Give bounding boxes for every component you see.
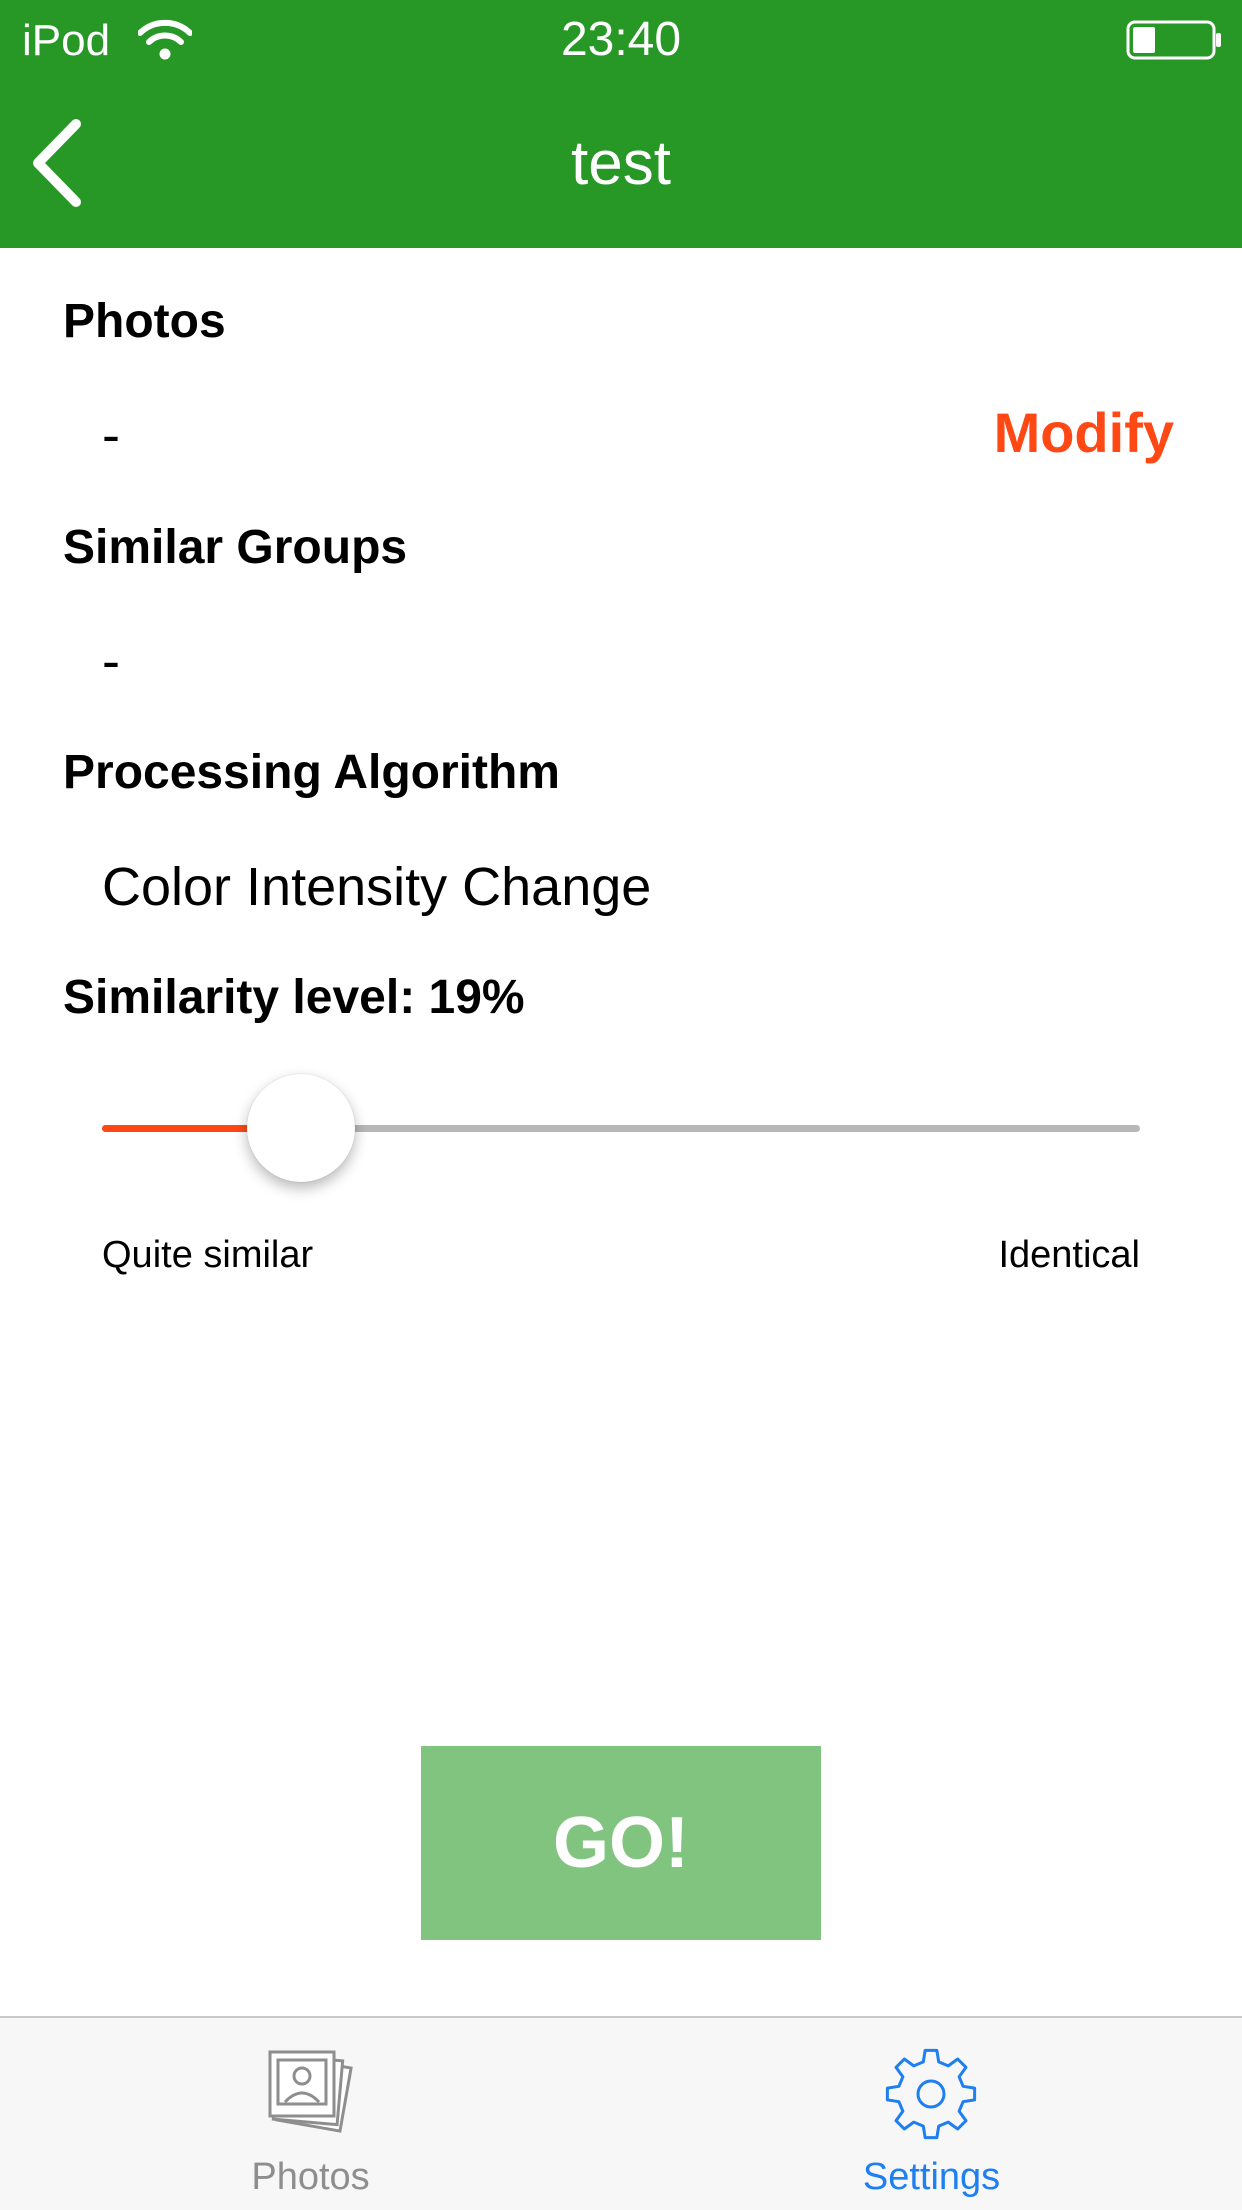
tab-photos[interactable]: Photos <box>0 2018 621 2210</box>
navigation-bar: iPod 23:40 test <box>0 0 1242 248</box>
similar-groups-value: - <box>102 631 120 691</box>
similarity-slider[interactable] <box>102 1072 1140 1188</box>
photos-stack-icon <box>268 2050 353 2133</box>
slider-thumb[interactable] <box>247 1074 356 1182</box>
similar-groups-title: Similar Groups <box>63 521 408 574</box>
tab-settings-label: Settings <box>862 2156 1001 2198</box>
photos-value: - <box>102 405 120 465</box>
gear-icon <box>885 2048 977 2140</box>
slider-min-label: Quite similar <box>102 1234 314 1276</box>
tab-photos-label: Photos <box>251 2156 370 2198</box>
page-title: test <box>571 129 671 198</box>
tab-settings[interactable]: Settings <box>621 2018 1242 2210</box>
algorithm-value[interactable]: Color Intensity Change <box>102 856 651 918</box>
status-time: 23:40 <box>560 13 682 66</box>
tab-bar: Photos Settings <box>0 2016 1242 2210</box>
algorithm-title: Processing Algorithm <box>63 746 560 799</box>
battery-icon <box>1126 20 1221 60</box>
modify-button[interactable]: Modify <box>994 400 1174 465</box>
similarity-level-label: Similarity level: 19% <box>63 971 525 1024</box>
go-button[interactable]: GO! <box>421 1746 821 1940</box>
slider-max-label: Identical <box>998 1234 1140 1276</box>
photos-section-title: Photos <box>63 295 226 348</box>
